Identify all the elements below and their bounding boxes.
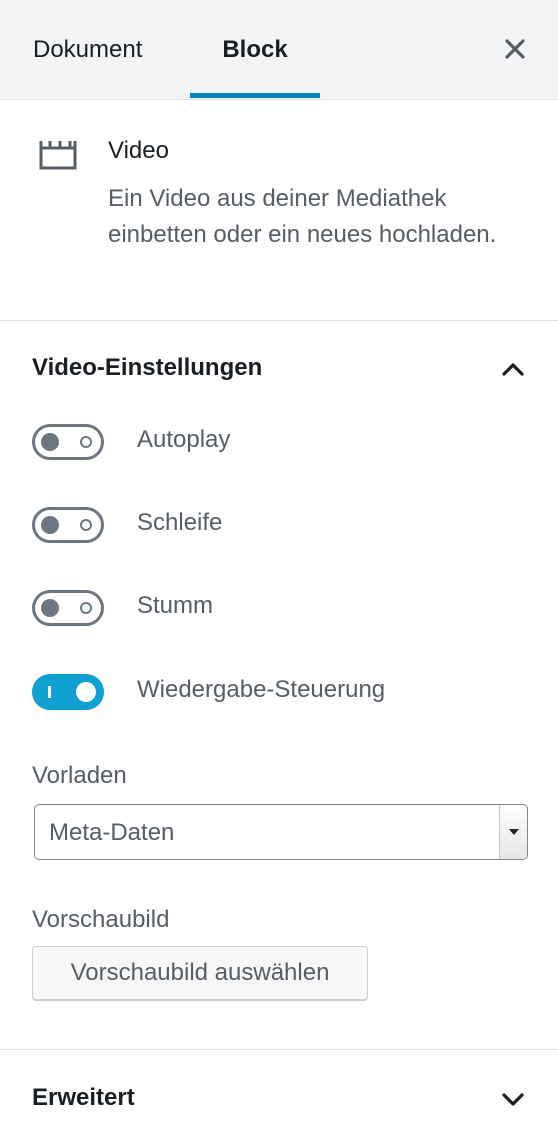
dropdown-arrow-icon — [499, 805, 527, 859]
autoplay-toggle[interactable] — [32, 424, 104, 460]
toggle-knob — [41, 516, 59, 534]
toggle-knob — [41, 433, 59, 451]
close-icon — [505, 39, 525, 59]
close-sidebar-button[interactable] — [500, 34, 530, 64]
muted-label: Stumm — [137, 592, 214, 619]
controls-label: Wiedergabe-Steuerung — [137, 676, 386, 703]
tab-block-label: Block — [222, 36, 288, 63]
divider — [0, 1049, 558, 1050]
toggle-row-loop: Schleife — [32, 507, 532, 547]
chevron-up-icon[interactable] — [498, 354, 528, 384]
preload-label: Vorladen — [32, 762, 127, 789]
loop-label: Schleife — [137, 509, 223, 536]
toggle-row-muted: Stumm — [32, 590, 532, 630]
panel-title-advanced[interactable]: Erweitert — [32, 1084, 135, 1112]
select-poster-button[interactable]: Vorschaubild auswählen — [32, 946, 368, 1000]
preload-select[interactable]: Meta-Daten — [34, 804, 528, 860]
toggle-on-indicator-icon — [48, 686, 51, 698]
toggle-off-indicator-icon — [80, 602, 92, 614]
tab-block[interactable]: Block — [190, 0, 320, 100]
muted-toggle[interactable] — [32, 590, 104, 626]
controls-toggle[interactable] — [32, 674, 104, 710]
toggle-row-autoplay: Autoplay — [32, 424, 532, 464]
preload-select-value: Meta-Daten — [49, 819, 175, 846]
tab-document[interactable]: Dokument — [33, 0, 142, 100]
block-description: Ein Video aus deiner Mediathek einbetten… — [108, 185, 497, 248]
toggle-off-indicator-icon — [80, 519, 92, 531]
poster-label: Vorschaubild — [32, 906, 170, 933]
active-tab-indicator — [190, 93, 320, 98]
toggle-knob — [76, 682, 96, 702]
video-clapperboard-icon — [39, 141, 77, 170]
toggle-row-controls: Wiedergabe-Steuerung — [32, 674, 532, 714]
toggle-off-indicator-icon — [80, 436, 92, 448]
block-title: Video — [108, 137, 169, 164]
chevron-down-icon[interactable] — [498, 1084, 528, 1114]
sidebar-tabs-header: Dokument Block — [0, 0, 558, 100]
autoplay-label: Autoplay — [137, 426, 231, 453]
toggle-knob — [41, 599, 59, 617]
loop-toggle[interactable] — [32, 507, 104, 543]
panel-title-video-settings[interactable]: Video-Einstellungen — [32, 354, 262, 382]
block-card: Video Ein Video aus deiner Mediathek ein… — [0, 101, 558, 321]
